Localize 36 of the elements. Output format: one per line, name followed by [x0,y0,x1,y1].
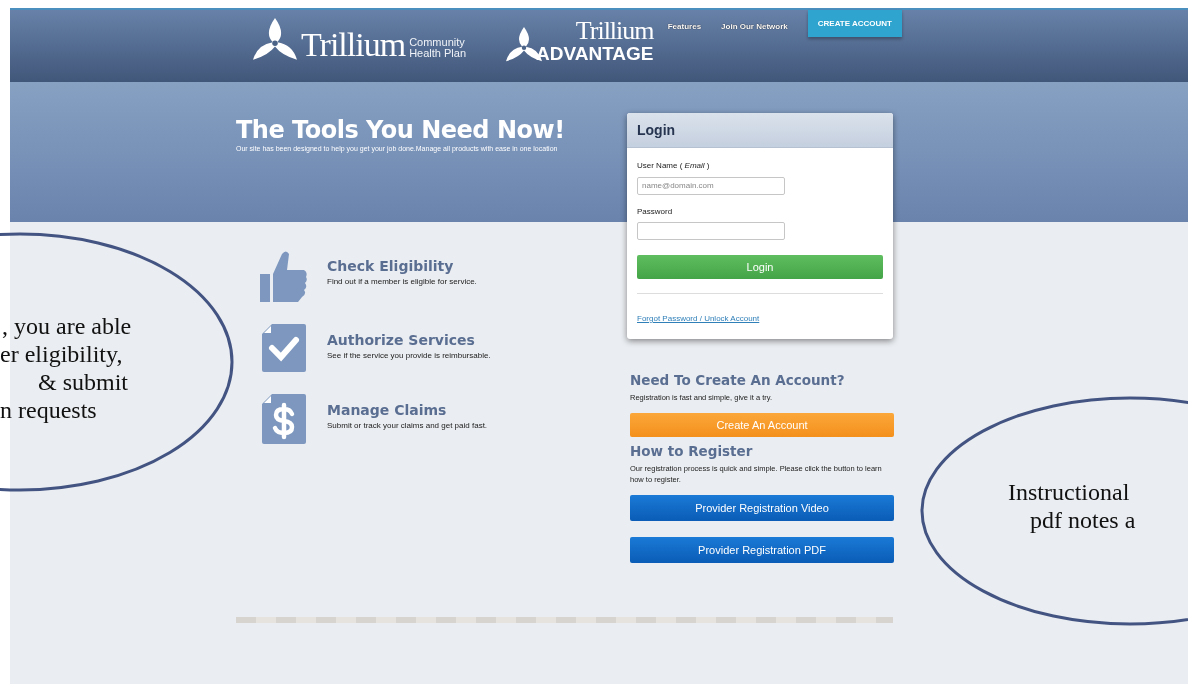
forgot-password-link[interactable]: Forgot Password / Unlock Account [637,314,760,323]
login-button[interactable]: Login [637,255,883,279]
password-field[interactable] [637,222,785,240]
logo-wordmark: Trillium [575,18,654,44]
logo-wordmark: Trillium [301,28,406,62]
logo-tagline: Health Plan [409,48,466,59]
email-field[interactable]: name@domain.com [637,176,785,195]
action-button[interactable]: Provider Registration Video [630,494,894,521]
nav-link[interactable]: Join Our Network [721,22,788,31]
logo-tagline: ADVANTAGE [536,44,654,63]
callout-text: & submit [37,368,129,396]
nav-link[interactable]: Features [667,22,702,31]
action-button[interactable]: Provider Registration PDF [630,536,894,563]
section-heading: How to Register [630,442,754,459]
section-heading: Need To Create An Account? [630,372,846,388]
document-dollar-icon [261,394,306,444]
login-card-title: Login [627,113,893,148]
thumbs-up-icon [259,250,308,302]
feature-title: Manage Claims [327,402,448,418]
callout-text: Instructional [1008,478,1131,506]
feature-title: Check Eligibility [327,258,455,274]
hero-title: The Tools You Need Now! [236,116,566,144]
feature-title: Authorize Services [327,332,476,348]
document-check-icon [261,324,306,372]
callout-text: pdf notes a [1029,506,1136,534]
callout-text: n requests [0,396,98,424]
feature-description: Find out if a member is eligible for service. [327,277,477,286]
feature-description: See if the service you provide is reimbursable. [327,351,491,360]
field-label: Password [637,206,674,216]
callout-text: , you are able [1,312,132,340]
callout-text: er eligibility, [0,340,124,368]
feature-description: Submit or track your claims and get paid fast. [327,421,488,430]
logo-tagline: Community [409,37,465,48]
create-account-button[interactable]: CREATE ACCOUNT [807,10,902,37]
field-label: User Name ( Email ) [637,161,711,170]
trillium-flower-icon [253,18,297,62]
